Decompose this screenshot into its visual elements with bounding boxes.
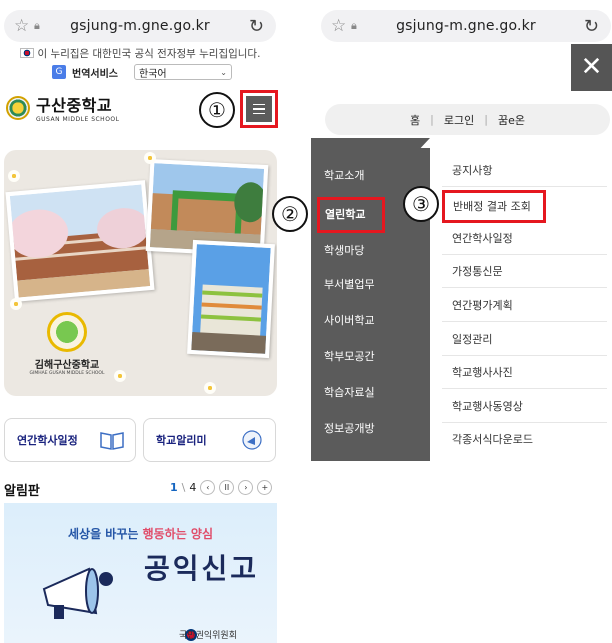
- nav-item-department-work[interactable]: 부서별업무: [313, 267, 430, 303]
- gov-notice: 이 누리집은 대한민국 공식 전자정부 누리집입니다.: [0, 46, 280, 61]
- nav-tab-corner: [420, 138, 430, 148]
- separator: |: [484, 113, 488, 126]
- board-title: 알림판: [4, 484, 40, 499]
- left-screenshot: ☆ 🔒︎ gsjung-m.gne.go.kr ↻ 이 누리집은 대한민국 공식…: [0, 0, 280, 643]
- sub-item-event-photos[interactable]: 학교행사사진: [442, 356, 607, 389]
- flower-decoration-icon: [10, 298, 22, 310]
- flower-decoration-icon: [114, 370, 126, 382]
- book-icon: [100, 432, 124, 450]
- quick-link-academic-calendar[interactable]: 연간학사일정: [4, 418, 136, 462]
- nav-item-parent-space[interactable]: 학부모공간: [313, 339, 430, 375]
- photo-school-blossom: [5, 180, 155, 302]
- next-icon[interactable]: ›: [238, 480, 254, 495]
- language-select[interactable]: 한국어 ⌄: [134, 64, 232, 80]
- megaphone-icon: [242, 430, 262, 450]
- util-link-login[interactable]: 로그인: [444, 112, 474, 128]
- util-link-home[interactable]: 홈: [410, 112, 420, 128]
- step-marker-2: ②: [272, 196, 308, 232]
- pause-icon[interactable]: II: [219, 480, 235, 495]
- utility-links: 홈 | 로그인 | 꿈e온: [325, 104, 610, 135]
- right-screenshot: ☆ 🔒︎ gsjung-m.gne.go.kr ↻ ✕ 홈 | 로그인 | 꿈e…: [311, 0, 612, 643]
- step-marker-3: ③: [403, 186, 439, 222]
- nav-item-cyber-school[interactable]: 사이버학교: [313, 303, 430, 339]
- sub-item-notice[interactable]: 공지사항: [442, 154, 607, 187]
- badge-name-en: GIMHAE GUSAN MIDDLE SCHOOL: [29, 371, 105, 376]
- sub-item-evaluation-plan[interactable]: 연간평가계획: [442, 289, 607, 322]
- hamburger-menu-button[interactable]: [240, 90, 278, 128]
- quick-link-label: 학교알리미: [156, 434, 207, 447]
- board-pager: 1 \ 4 ‹ II › +: [170, 480, 273, 495]
- close-menu-button[interactable]: ✕: [571, 44, 612, 91]
- board-banner[interactable]: 세상을 바꾸는 행동하는 양심 공익신고 국민권익위원회: [4, 503, 277, 643]
- nav-item-info-disclosure[interactable]: 정보공개방: [313, 411, 430, 447]
- gov-notice-text: 이 누리집은 대한민국 공식 전자정부 누리집입니다.: [37, 48, 261, 60]
- chevron-down-icon: ⌄: [220, 67, 227, 77]
- nav-item-student-yard[interactable]: 학생마당: [313, 233, 430, 269]
- school-name: 구산중학교: [36, 96, 113, 115]
- translate-row: G 번역서비스 한국어 ⌄: [52, 64, 232, 80]
- school-name-en: GUSAN MIDDLE SCHOOL: [36, 116, 120, 123]
- photo-school-building: [187, 239, 275, 359]
- sub-item-class-assignment[interactable]: 반배정 결과 조회: [442, 190, 546, 223]
- url-text: gsjung-m.gne.go.kr: [396, 18, 536, 34]
- address-bar[interactable]: ☆ 🔒︎ gsjung-m.gne.go.kr ↻: [321, 10, 611, 42]
- sub-item-newsletter[interactable]: 가정통신문: [442, 255, 607, 288]
- sub-item-schedule[interactable]: 일정관리: [442, 323, 607, 356]
- school-emblem-icon: [6, 95, 30, 120]
- separator: |: [430, 113, 434, 126]
- banner-org: 국민권익위원회: [179, 631, 237, 641]
- nav-item-open-school[interactable]: 열린학교: [317, 197, 385, 233]
- translate-label: 번역서비스: [72, 68, 118, 80]
- sub-item-event-videos[interactable]: 학교행사동영상: [442, 390, 607, 423]
- nav-item-study-materials[interactable]: 학습자료실: [313, 375, 430, 411]
- banner-subtitle: 세상을 바꾸는 행동하는 양심: [4, 525, 277, 542]
- menu-header: [311, 44, 612, 94]
- step-marker-1: ①: [199, 92, 235, 128]
- school-badge: 김해구산중학교 GIMHAE GUSAN MIDDLE SCHOOL: [18, 312, 116, 376]
- megaphone-illustration-icon: [42, 567, 113, 619]
- close-icon: ✕: [580, 52, 603, 82]
- translate-icon: G: [52, 65, 66, 79]
- prev-icon[interactable]: ‹: [200, 480, 216, 495]
- school-badge-emblem-icon: [47, 312, 87, 352]
- reload-icon[interactable]: ↻: [249, 16, 264, 37]
- plus-icon[interactable]: +: [257, 480, 273, 495]
- banner-sub-a: 세상을 바꾸는: [67, 527, 139, 541]
- page-total: 4: [189, 481, 197, 494]
- hero-collage: 김해구산중학교 GIMHAE GUSAN MIDDLE SCHOOL: [4, 150, 277, 396]
- sub-item-form-downloads[interactable]: 각종서식다운로드: [442, 423, 607, 456]
- page-separator: \: [181, 481, 186, 494]
- language-value: 한국어: [139, 68, 167, 80]
- korea-flag-icon: [19, 48, 34, 58]
- badge-name: 김해구산중학교: [34, 360, 100, 371]
- sub-item-academic-calendar[interactable]: 연간학사일정: [442, 222, 607, 255]
- address-bar[interactable]: ☆ 🔒︎ gsjung-m.gne.go.kr ↻: [4, 10, 276, 42]
- hamburger-icon: [246, 96, 272, 122]
- util-link-dream[interactable]: 꿈e온: [498, 112, 525, 128]
- flower-decoration-icon: [8, 170, 20, 182]
- flower-decoration-icon: [144, 152, 156, 164]
- quick-link-label: 연간학사일정: [17, 434, 78, 447]
- banner-sub-b: 행동하는 양심: [142, 527, 214, 541]
- school-logo[interactable]: 구산중학교 GUSAN MIDDLE SCHOOL: [6, 92, 120, 123]
- reload-icon[interactable]: ↻: [584, 16, 599, 37]
- flower-decoration-icon: [204, 382, 216, 394]
- quick-link-school-info[interactable]: 학교알리미: [143, 418, 276, 462]
- page-current: 1: [170, 481, 178, 494]
- url-text: gsjung-m.gne.go.kr: [70, 18, 210, 34]
- banner-main: 공익신고: [144, 552, 260, 585]
